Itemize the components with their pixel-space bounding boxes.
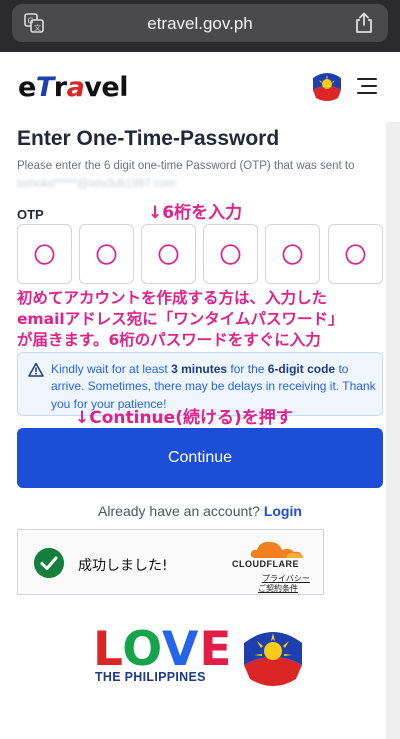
- otp-digit-2[interactable]: 〇: [79, 224, 134, 284]
- otp-label: OTP: [17, 207, 44, 222]
- otp-description: Please enter the 6 digit one-time Passwo…: [17, 158, 387, 194]
- warning-icon: [28, 362, 44, 377]
- cloudflare-widget: 成功しました! CLOUDFLARE プライバシー ご契約条件: [17, 529, 324, 595]
- continue-button[interactable]: Continue: [17, 428, 383, 488]
- otp-digit-5[interactable]: 〇: [265, 224, 320, 284]
- masked-email: tomoko*****@smclub1997.com: [17, 177, 176, 190]
- url-text[interactable]: etravel.gov.ph: [12, 14, 388, 34]
- love-philippines-subtitle: THE PHILIPPINES: [95, 670, 206, 684]
- address-bar[interactable]: G 文 etravel.gov.ph: [12, 4, 388, 42]
- otp-digit-3[interactable]: 〇: [141, 224, 196, 284]
- scroll-edge: [386, 122, 400, 739]
- browser-bar: G 文 etravel.gov.ph: [0, 0, 400, 52]
- annotation-press-continue: ↓Continue(続ける)を押す: [75, 408, 293, 428]
- annotation-note: 初めてアカウントを作成する方は、入力した emailアドレス宛に「ワンタイムパス…: [17, 289, 344, 349]
- terms-link[interactable]: ご契約条件: [258, 583, 298, 594]
- etravel-logo[interactable]: eTravel: [18, 72, 128, 103]
- love-philippines-logo: LOVE: [93, 622, 233, 677]
- otp-digit-1[interactable]: 〇: [17, 224, 72, 284]
- success-text: 成功しました!: [78, 558, 168, 574]
- login-prompt: Already have an account? Login: [98, 503, 302, 519]
- cloudflare-logo-text: CLOUDFLARE: [232, 559, 299, 569]
- philippines-seal-icon: [241, 626, 305, 690]
- success-check-icon: [34, 548, 64, 578]
- site-header: eTravel: [0, 52, 400, 122]
- page-title: Enter One-Time-Password: [17, 127, 280, 150]
- login-link[interactable]: Login: [264, 503, 302, 519]
- hamburger-menu-icon[interactable]: [357, 78, 377, 96]
- otp-digit-4[interactable]: 〇: [203, 224, 258, 284]
- share-icon[interactable]: [354, 12, 374, 34]
- cloudflare-cloud-icon: [250, 541, 304, 558]
- annotation-enter-digits: ↓6桁を入力: [148, 203, 243, 223]
- otp-digit-6[interactable]: 〇: [328, 224, 383, 284]
- philippines-flag-icon: [311, 71, 343, 103]
